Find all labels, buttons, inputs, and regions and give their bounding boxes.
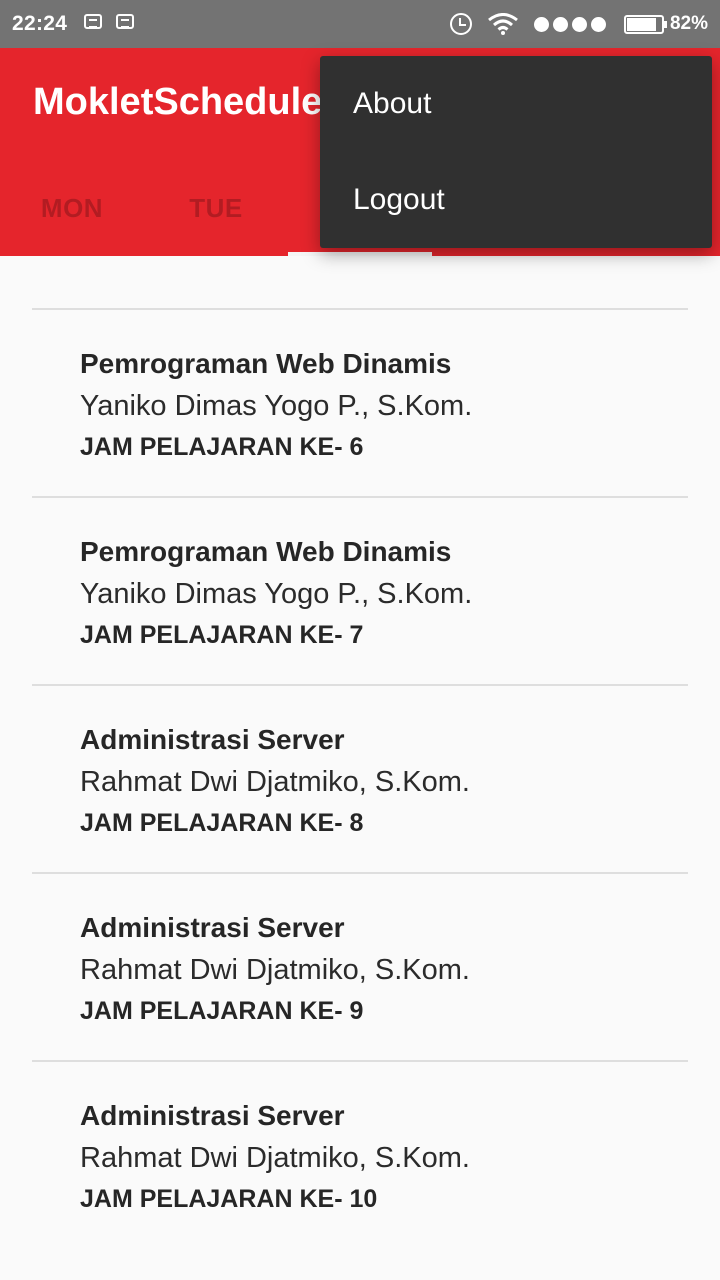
subject-name: Administrasi Server <box>80 724 345 755</box>
alarm-icon <box>449 13 472 35</box>
bbm-icon <box>116 14 134 29</box>
subject-name: Pemrograman Web Dinamis <box>80 536 452 567</box>
list-item[interactable]: Administrasi Server Rahmat Dwi Djatmiko,… <box>32 872 688 1060</box>
list-item[interactable]: Administrasi Server Rahmat Dwi Djatmiko,… <box>32 684 688 872</box>
app-title: MokletSchedule <box>33 81 323 123</box>
status-bar: 22:24 82% <box>0 0 720 48</box>
battery-icon <box>623 14 667 34</box>
wifi-icon <box>488 13 518 35</box>
subject-name: Administrasi Server <box>80 912 345 943</box>
status-icons: 82% <box>449 0 708 48</box>
teacher-name: Rahmat Dwi Djatmiko, S.Kom. <box>80 766 470 798</box>
overflow-menu: About Logout <box>320 56 712 248</box>
status-time: 22:24 <box>12 12 68 35</box>
battery-percent: 82% <box>669 13 708 34</box>
lesson-period: JAM PELAJARAN KE- 10 <box>80 1185 378 1213</box>
lesson-period: JAM PELAJARAN KE- 8 <box>80 809 364 837</box>
schedule-list: Pemrograman Web Dinamis Yaniko Dimas Yog… <box>32 308 688 1248</box>
lesson-period: JAM PELAJARAN KE- 6 <box>80 433 364 461</box>
lesson-period: JAM PELAJARAN KE- 9 <box>80 997 364 1025</box>
menu-item-about[interactable]: About <box>320 56 712 152</box>
menu-item-logout[interactable]: Logout <box>320 152 712 248</box>
bbm-icon <box>84 14 102 29</box>
tab-tue[interactable]: TUE <box>144 160 288 256</box>
lesson-period: JAM PELAJARAN KE- 7 <box>80 621 364 649</box>
tab-mon[interactable]: MON <box>0 160 144 256</box>
tab-indicator <box>288 252 432 256</box>
subject-name: Pemrograman Web Dinamis <box>80 348 452 379</box>
list-item[interactable]: Administrasi Server Rahmat Dwi Djatmiko,… <box>32 1060 688 1248</box>
teacher-name: Yaniko Dimas Yogo P., S.Kom. <box>80 390 473 422</box>
list-item[interactable]: Pemrograman Web Dinamis Yaniko Dimas Yog… <box>32 308 688 496</box>
teacher-name: Yaniko Dimas Yogo P., S.Kom. <box>80 578 473 610</box>
list-item[interactable]: Pemrograman Web Dinamis Yaniko Dimas Yog… <box>32 496 688 684</box>
signal-icon <box>533 16 610 32</box>
teacher-name: Rahmat Dwi Djatmiko, S.Kom. <box>80 954 470 986</box>
subject-name: Administrasi Server <box>80 1100 345 1131</box>
teacher-name: Rahmat Dwi Djatmiko, S.Kom. <box>80 1142 470 1174</box>
